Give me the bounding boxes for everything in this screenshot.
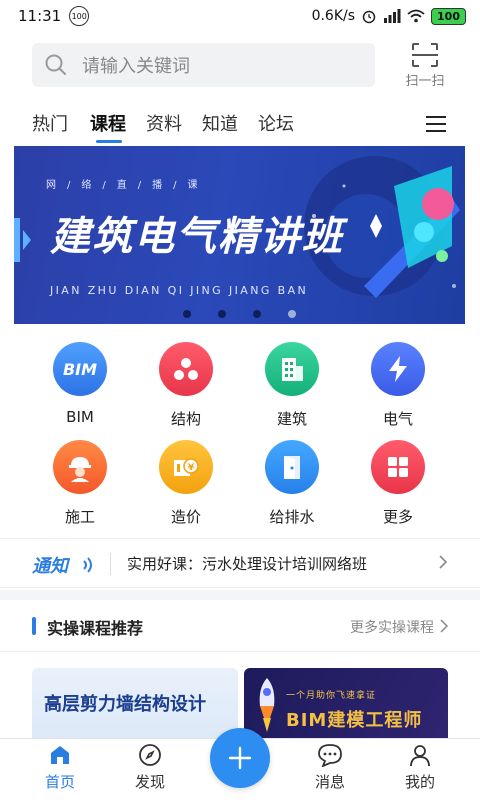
notice-logo: 通知 (32, 556, 68, 577)
wifi-icon (407, 9, 425, 23)
signal-icon (384, 9, 401, 23)
category-more[interactable]: 更多 (358, 440, 438, 530)
add-button[interactable] (210, 728, 270, 788)
carousel-dots (14, 310, 465, 320)
section-accent-bar (32, 617, 36, 635)
nav-profile[interactable]: 我的 (385, 743, 455, 799)
notice-bar[interactable]: 通知 实用好课：污水处理设计培训网络班 (0, 538, 480, 588)
category-building[interactable]: 建筑 (252, 342, 332, 432)
category-label: 造价 (170, 508, 201, 526)
nav-label: 发现 (134, 773, 165, 791)
lightning-icon (371, 342, 425, 396)
tab-active-indicator (96, 140, 122, 143)
category-electric[interactable]: 电气 (358, 342, 438, 432)
alarm-icon (362, 10, 376, 24)
category-label: 更多 (382, 508, 413, 526)
svg-text:¥: ¥ (188, 463, 195, 473)
message-icon (318, 744, 342, 767)
course-card-title: 高层剪力墙结构设计 (44, 694, 206, 715)
notice-text: 实用好课：污水处理设计培训网络班 (127, 555, 368, 573)
carousel-dot-active[interactable] (288, 310, 296, 318)
bim-icon: BIM (53, 342, 107, 396)
category-label: 结构 (170, 410, 201, 428)
structure-icon (159, 342, 213, 396)
search-placeholder: 请输入关键词 (82, 56, 190, 77)
scan-button[interactable]: 扫一扫 (398, 42, 452, 92)
app-screen: 11:31 100 0.6K/s 100 请输入关键词 扫一扫 热门 课程 资料… (0, 0, 480, 800)
search-row: 请输入关键词 扫一扫 (0, 38, 480, 96)
rocket-icon (259, 678, 275, 732)
notice-wave-icon (83, 557, 92, 573)
nav-discover[interactable]: 发现 (115, 743, 185, 799)
carousel-dot[interactable] (183, 310, 191, 318)
category-label: 建筑 (276, 410, 307, 428)
more-courses-link[interactable]: 更多实操课程 (350, 617, 434, 637)
course-card-subtitle: 一个月助你飞速拿证 (286, 691, 377, 701)
banner-tagline: 网/络/直/播/课 (46, 180, 209, 191)
section-title: 实操课程推荐 (47, 619, 144, 638)
promo-banner[interactable]: 网/络/直/播/课 建筑电气精讲班 JIAN ZHU DIAN QI JING … (14, 146, 465, 324)
category-tabs: 热门 课程 资料 知道 论坛 (0, 104, 480, 144)
scan-label: 扫一扫 (405, 74, 445, 89)
chevron-right-icon (439, 555, 448, 569)
banner-pinyin: JIAN ZHU DIAN QI JING JIANG BAN (50, 284, 309, 297)
category-construction[interactable]: 施工 (40, 440, 120, 530)
notification-badge-icon: 100 (69, 6, 90, 26)
search-icon (45, 54, 66, 75)
tab-materials[interactable]: 资料 (146, 110, 182, 136)
section-gap (0, 590, 480, 600)
tab-hot[interactable]: 热门 (32, 110, 68, 136)
status-right: 0.6K/s 100 (311, 7, 466, 25)
banner-left-bar (14, 218, 20, 262)
nav-label: 首页 (44, 773, 75, 791)
course-card-title: BIM建模工程师 (286, 710, 423, 731)
category-price[interactable]: ¥ 造价 (146, 440, 226, 530)
tab-forum[interactable]: 论坛 (258, 110, 294, 136)
nav-label: 我的 (404, 773, 435, 791)
price-icon: ¥ (159, 440, 213, 494)
category-label: 给排水 (269, 508, 315, 526)
status-time: 11:31 (18, 7, 62, 25)
building-icon (265, 342, 319, 396)
carousel-dot[interactable] (253, 310, 261, 318)
tab-courses[interactable]: 课程 (90, 110, 126, 136)
battery-icon: 100 (431, 7, 466, 25)
grid-icon (371, 440, 425, 494)
category-water[interactable]: 给排水 (252, 440, 332, 530)
category-label: 施工 (64, 508, 95, 526)
category-label: BIM (66, 408, 94, 426)
worker-icon (53, 440, 107, 494)
plus-icon (228, 746, 252, 770)
nav-home[interactable]: 首页 (25, 743, 95, 799)
practice-course-header: 实操课程推荐 更多实操课程 (0, 600, 480, 652)
course-card[interactable]: 一个月助你飞速拿证 BIM建模工程师 (244, 668, 448, 738)
network-speed: 0.6K/s (311, 8, 356, 24)
compass-icon (139, 744, 161, 766)
carousel-dot[interactable] (218, 310, 226, 318)
nav-messages[interactable]: 消息 (295, 743, 365, 799)
search-input[interactable]: 请输入关键词 (32, 43, 375, 87)
tab-knowledge[interactable]: 知道 (202, 110, 238, 136)
course-card[interactable]: 高层剪力墙结构设计 (32, 668, 238, 738)
user-icon (410, 745, 430, 767)
door-icon (265, 440, 319, 494)
banner-left-arrow (23, 230, 31, 250)
category-bim[interactable]: BIM BIM (40, 342, 120, 432)
scan-icon (412, 43, 438, 67)
nav-label: 消息 (314, 773, 345, 791)
category-structure[interactable]: 结构 (146, 342, 226, 432)
notice-divider (110, 553, 111, 575)
status-bar: 11:31 100 0.6K/s 100 (0, 0, 480, 32)
banner-title: 建筑电气精讲班 (50, 214, 344, 260)
category-label: 电气 (382, 410, 413, 428)
home-icon (51, 746, 69, 764)
status-left: 11:31 100 (18, 6, 90, 26)
menu-icon[interactable] (424, 114, 448, 134)
chevron-right-icon (440, 619, 448, 633)
category-grid: BIM BIM 结构 建筑 电气 施工 ¥ 造价 给排水 更多 (0, 330, 480, 530)
